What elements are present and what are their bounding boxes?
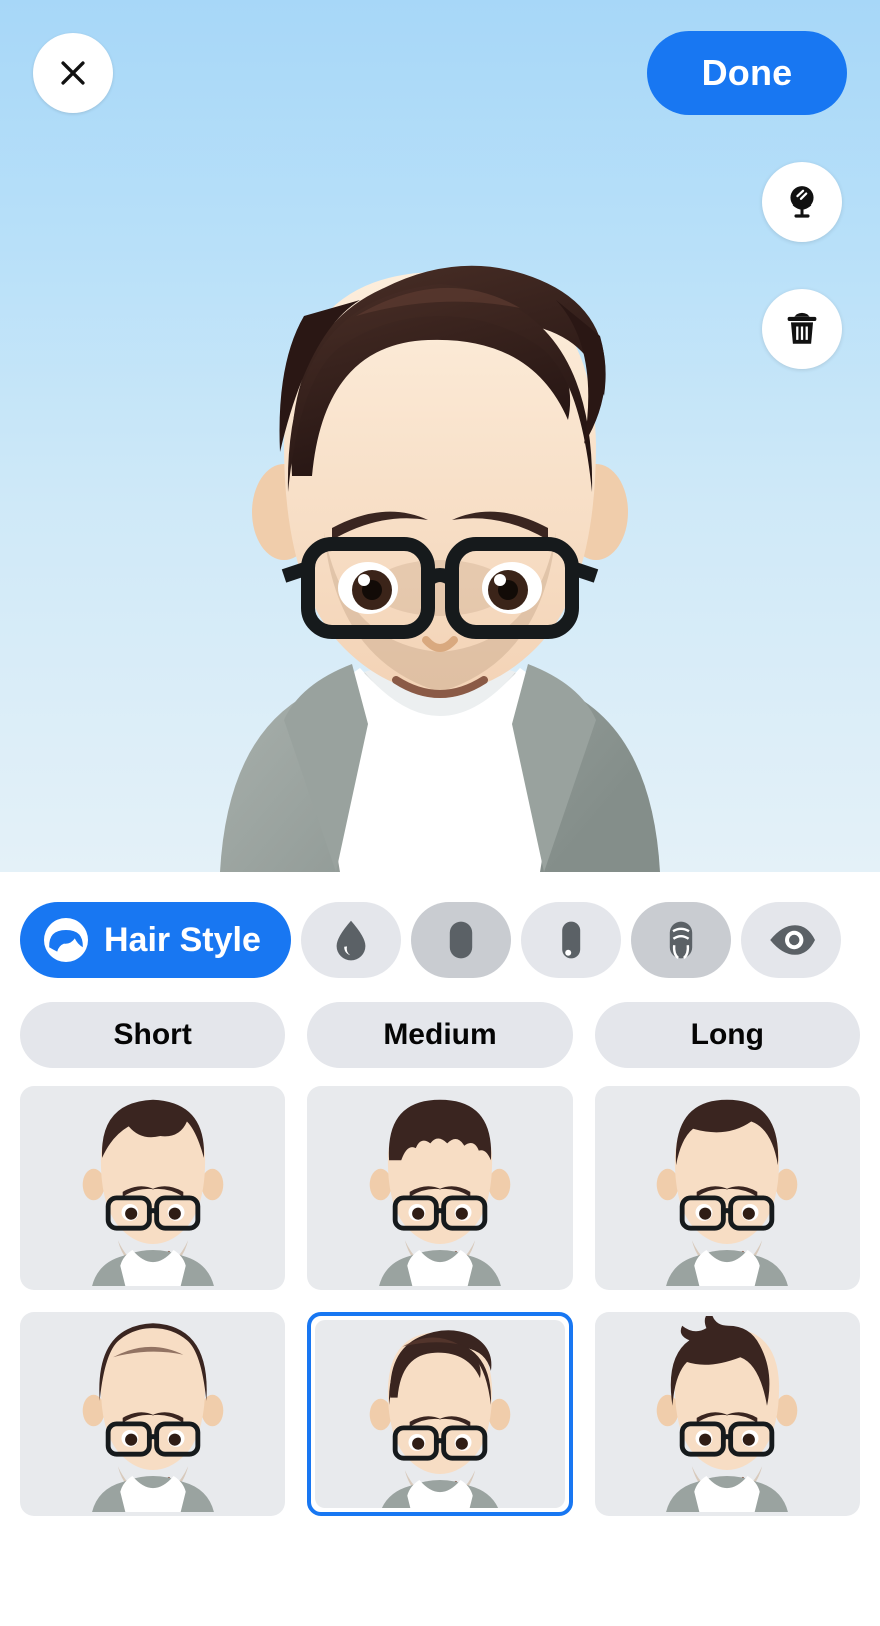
thumbnail	[24, 1090, 282, 1286]
mirror-button[interactable]	[762, 162, 842, 242]
mirror-icon	[790, 186, 814, 218]
tab-skin-tone[interactable]	[520, 902, 621, 978]
hair-style-icon	[44, 918, 88, 962]
tab-hair-color[interactable]	[300, 902, 401, 978]
facial-hair-icon	[669, 921, 693, 959]
close-button[interactable]	[33, 33, 113, 113]
hair-style-option-2[interactable]	[307, 1086, 573, 1290]
avatar-preview-stage: Done	[0, 0, 880, 872]
delete-button[interactable]	[762, 289, 842, 369]
length-filter-long[interactable]: Long	[594, 1002, 860, 1068]
tab-face-shape[interactable]	[410, 902, 511, 978]
hair-style-option-6[interactable]	[594, 1312, 860, 1516]
length-filter-row[interactable]: Short Medium Long	[0, 988, 880, 1068]
hair-style-option-1[interactable]	[20, 1086, 286, 1290]
category-tabbar[interactable]: Hair Style	[0, 892, 880, 988]
avatar-illustration	[0, 0, 880, 872]
trash-icon	[787, 312, 817, 344]
thumbnail	[598, 1316, 856, 1512]
length-filter-short[interactable]: Short	[20, 1002, 286, 1068]
face-shape-icon	[449, 921, 473, 959]
tab-hair-style-label: Hair Style	[104, 920, 261, 959]
tab-facial-hair[interactable]	[630, 902, 731, 978]
hair-style-option-4[interactable]	[20, 1312, 286, 1516]
tab-eyes[interactable]	[740, 902, 841, 978]
hair-style-option-3[interactable]	[594, 1086, 860, 1290]
droplet-icon	[336, 920, 366, 961]
hair-style-grid	[0, 1068, 880, 1516]
eye-icon	[770, 925, 815, 955]
close-icon	[61, 61, 85, 85]
tab-hair-style[interactable]: Hair Style	[20, 902, 291, 978]
skin-tone-icon	[562, 921, 581, 959]
thumbnail	[24, 1316, 282, 1512]
editor-panel: Hair Style Short Medium Long	[0, 872, 880, 1626]
hair-style-option-5[interactable]	[307, 1312, 573, 1516]
thumbnail	[598, 1090, 856, 1286]
length-filter-medium[interactable]: Medium	[307, 1002, 573, 1068]
thumbnail	[311, 1090, 569, 1286]
thumbnail-selected	[315, 1320, 565, 1508]
done-button[interactable]: Done	[647, 31, 847, 115]
avatar-editor-screen: Done Hair Style Short Medium Long	[0, 0, 880, 1626]
